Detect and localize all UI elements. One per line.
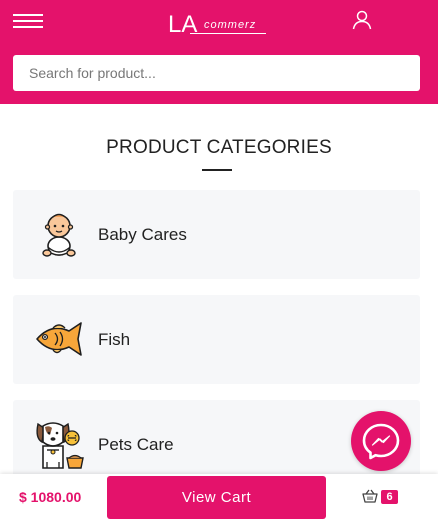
search-input[interactable] (13, 55, 420, 91)
category-label: Fish (98, 330, 131, 349)
user-icon[interactable] (351, 9, 373, 31)
logo-sub-text: commerz (204, 19, 257, 31)
fish-icon (36, 322, 82, 356)
logo-main-text: LA (168, 11, 198, 38)
view-cart-button[interactable]: View Cart (107, 476, 326, 519)
dog-icon (36, 422, 84, 469)
category-label: Pets Care (98, 435, 174, 454)
category-card-fish[interactable]: Fish (13, 295, 420, 384)
cart-count-badge: 6 (381, 490, 398, 504)
title-underline (202, 169, 232, 171)
cart-bar: $ 1080.00 View Cart 6 (0, 474, 438, 519)
basket-icon[interactable] (362, 489, 378, 503)
messenger-chat-button[interactable] (351, 411, 411, 471)
app-header: LA commerz (0, 0, 438, 104)
hamburger-menu-icon[interactable] (13, 12, 43, 30)
category-card-baby-cares[interactable]: Baby Cares (13, 190, 420, 279)
logo[interactable]: LA commerz (168, 12, 268, 38)
baby-icon (42, 213, 76, 257)
logo-underline (190, 33, 266, 34)
section-title: PRODUCT CATEGORIES (106, 137, 332, 158)
cart-total: $ 1080.00 (19, 489, 82, 505)
category-label: Baby Cares (98, 225, 187, 244)
messenger-icon (362, 423, 400, 460)
